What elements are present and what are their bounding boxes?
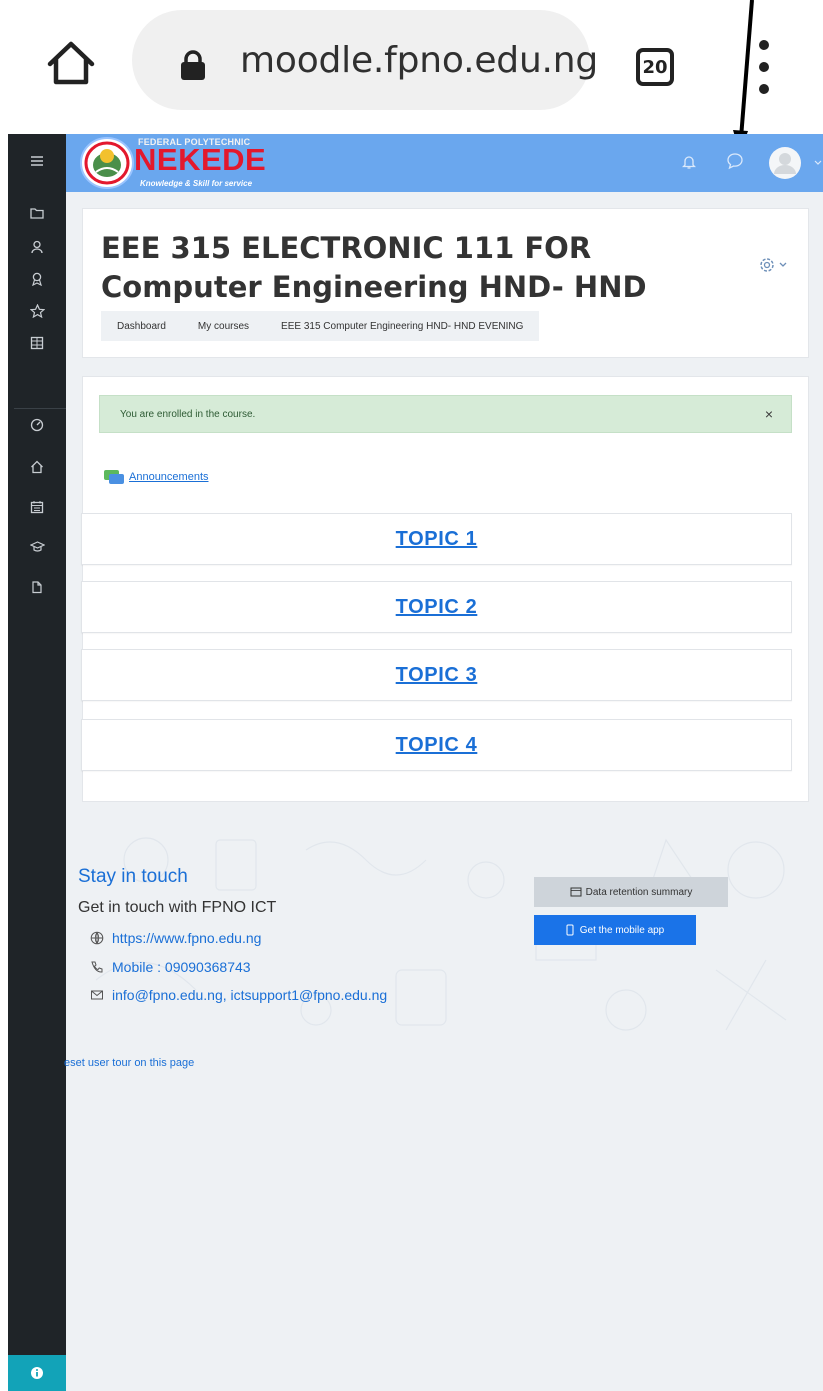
messages-icon[interactable]: [726, 152, 744, 170]
mobile-app-button[interactable]: Get the mobile app: [534, 915, 696, 945]
browser-menu-icon[interactable]: [752, 38, 776, 96]
folder-icon[interactable]: [8, 198, 66, 228]
footer-mobile: Mobile : 09090368743: [90, 959, 251, 975]
sidebar-divider: [14, 408, 66, 409]
globe-icon: [90, 931, 104, 945]
logo-line2: NEKEDE: [134, 142, 267, 177]
nav-drawer: [8, 134, 66, 1391]
logo-tagline: Knowledge & Skill for service: [140, 179, 253, 188]
announcements-link[interactable]: Announcements: [129, 471, 209, 483]
topic-link[interactable]: TOPIC 2: [396, 596, 478, 619]
enrolment-alert: You are enrolled in the course. ×: [99, 395, 792, 433]
breadcrumb-my-courses[interactable]: My courses: [182, 321, 265, 332]
competencies-icon[interactable]: [8, 296, 66, 326]
phone-icon: [91, 961, 103, 973]
info-icon: [31, 1367, 43, 1379]
course-content: You are enrolled in the course. × Announ…: [81, 376, 809, 802]
courses-icon[interactable]: [8, 532, 66, 562]
forum-icon: [104, 470, 124, 484]
files-icon[interactable]: [8, 572, 66, 602]
user-avatar-icon[interactable]: [768, 146, 802, 180]
address-bar[interactable]: moodle.fpno.edu.ng: [132, 10, 598, 110]
home-icon[interactable]: [8, 452, 66, 482]
envelope-icon: [91, 990, 103, 1000]
page-header: EEE 315 ELECTRONIC 111 FOR Computer Engi…: [82, 208, 809, 358]
alert-message: You are enrolled in the course.: [120, 408, 256, 420]
hamburger-icon[interactable]: [8, 146, 66, 176]
top-navbar: FEDERAL POLYTECHNIC NEKEDE Knowledge & S…: [66, 134, 823, 192]
notification-bell-icon[interactable]: [682, 154, 696, 170]
badges-icon[interactable]: [8, 264, 66, 294]
data-retention-label: Data retention summary: [585, 886, 693, 898]
topic-link[interactable]: TOPIC 3: [396, 664, 478, 687]
participants-icon[interactable]: [8, 232, 66, 262]
footer-website[interactable]: https://www.fpno.edu.ng: [90, 930, 261, 946]
mobile-number: Mobile : 09090368743: [112, 959, 251, 975]
topic-section: TOPIC 1: [81, 513, 792, 565]
page-content: EEE 315 ELECTRONIC 111 FOR Computer Engi…: [66, 192, 823, 1391]
grades-icon[interactable]: [8, 328, 66, 358]
topic-section: TOPIC 4: [81, 719, 792, 771]
topic-link[interactable]: TOPIC 4: [396, 734, 478, 757]
box-icon: [570, 887, 582, 897]
topic-section: TOPIC 3: [81, 649, 792, 701]
footer-heading: Stay in touch: [78, 866, 188, 887]
home-icon[interactable]: [46, 40, 96, 86]
tab-switcher-button[interactable]: 20: [636, 48, 674, 86]
alert-close-button[interactable]: ×: [765, 406, 773, 422]
breadcrumb: Dashboard My courses EEE 315 Computer En…: [101, 311, 540, 341]
polytechnic-crest-icon: [80, 137, 134, 189]
calendar-icon[interactable]: [8, 492, 66, 522]
course-settings-gear-icon[interactable]: [755, 253, 799, 277]
help-info-button[interactable]: [8, 1355, 66, 1391]
lock-icon: [181, 50, 205, 80]
website-link[interactable]: https://www.fpno.edu.ng: [112, 930, 261, 946]
mobile-app-label: Get the mobile app: [579, 924, 665, 936]
footer-email[interactable]: info@fpno.edu.ng, ictsupport1@fpno.edu.n…: [90, 987, 387, 1003]
browser-toolbar: moodle.fpno.edu.ng 20: [0, 0, 823, 128]
topic-link[interactable]: TOPIC 1: [396, 528, 478, 551]
mobile-phone-icon: [566, 924, 574, 936]
reset-user-tour-link[interactable]: eset user tour on this page: [64, 1057, 194, 1069]
topic-section: TOPIC 2: [81, 581, 792, 633]
footer-subheading: Get in touch with FPNO ICT: [78, 899, 277, 916]
user-menu-chevron-icon[interactable]: [814, 160, 822, 166]
announcements-forum[interactable]: Announcements: [103, 469, 209, 485]
dashboard-icon[interactable]: [8, 410, 66, 440]
breadcrumb-dashboard[interactable]: Dashboard: [101, 321, 182, 332]
site-logo[interactable]: FEDERAL POLYTECHNIC NEKEDE Knowledge & S…: [80, 136, 300, 190]
email-link[interactable]: info@fpno.edu.ng, ictsupport1@fpno.edu.n…: [112, 987, 387, 1003]
data-retention-button[interactable]: Data retention summary: [534, 877, 728, 907]
url-text: moodle.fpno.edu.ng: [240, 40, 599, 81]
breadcrumb-current-course[interactable]: EEE 315 Computer Engineering HND- HND EV…: [265, 321, 539, 332]
